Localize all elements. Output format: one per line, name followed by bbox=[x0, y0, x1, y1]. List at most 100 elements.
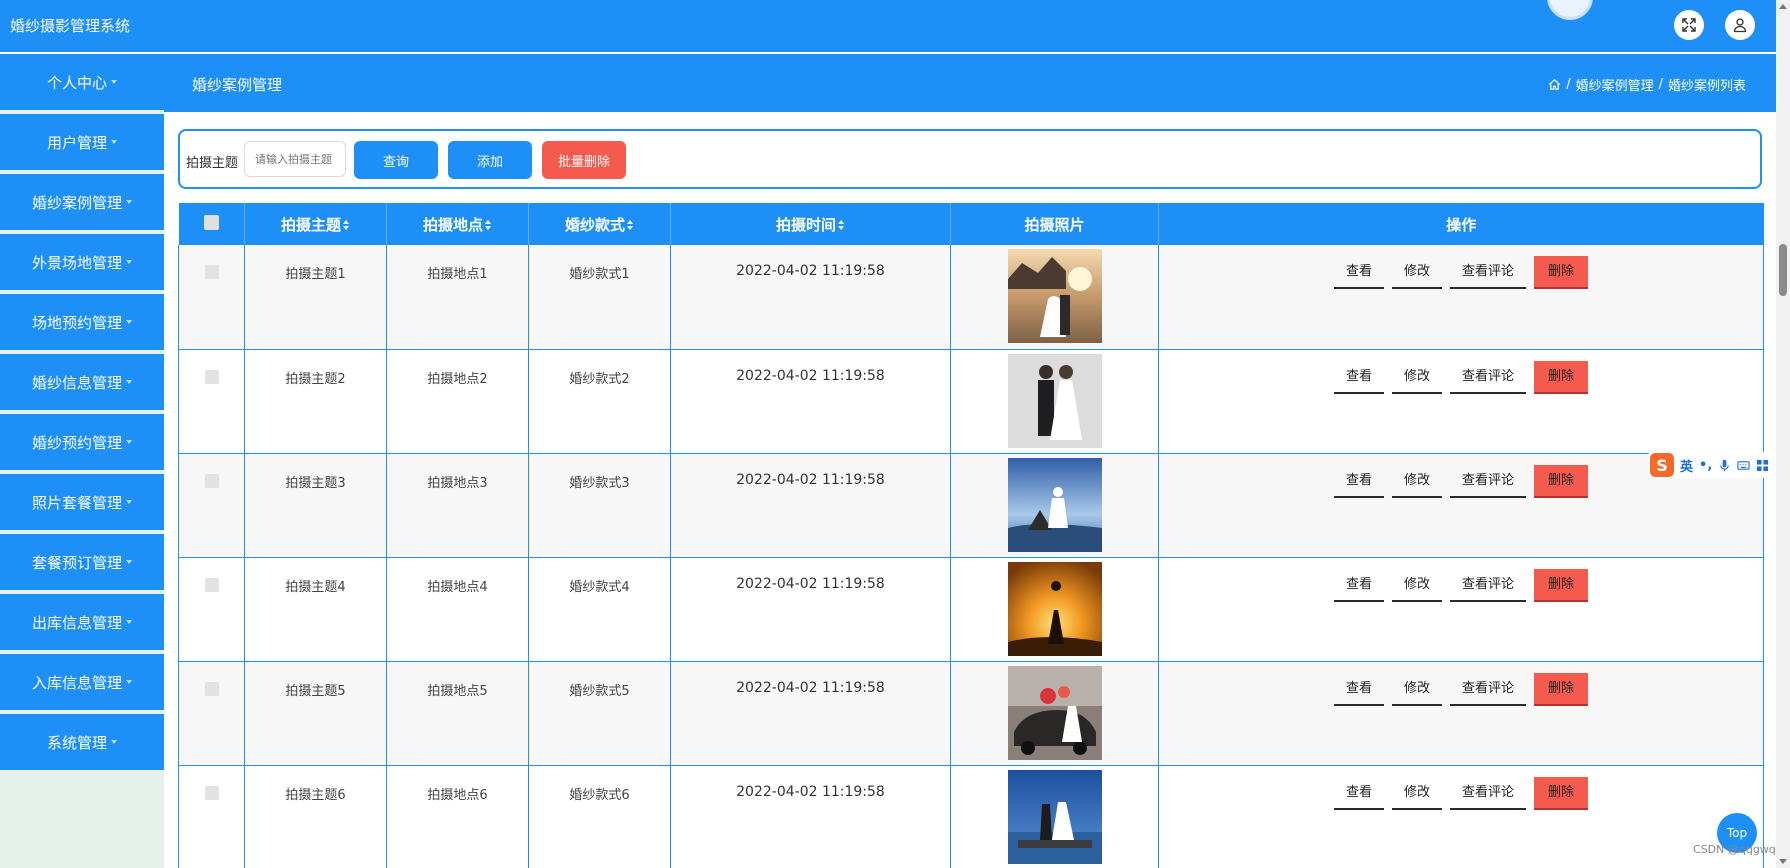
cell-location: 拍摄地点5 bbox=[386, 661, 529, 766]
sidebar-item-users[interactable]: 用户管理 bbox=[0, 114, 164, 170]
cell-photo bbox=[950, 661, 1159, 766]
sort-icon[interactable] bbox=[484, 219, 492, 231]
cell-theme: 拍摄主题4 bbox=[244, 557, 387, 662]
wedding-photo-thumbnail[interactable] bbox=[1007, 665, 1102, 760]
view-button[interactable]: 查看 bbox=[1333, 465, 1384, 498]
wedding-photo-thumbnail[interactable] bbox=[1007, 249, 1102, 343]
sort-icon[interactable] bbox=[342, 219, 350, 231]
sidebar-item-dress-info[interactable]: 婚纱信息管理 bbox=[0, 354, 164, 410]
app-title: 婚纱摄影管理系统 bbox=[10, 17, 131, 35]
edit-button[interactable]: 修改 bbox=[1391, 673, 1442, 706]
view-comments-button[interactable]: 查看评论 bbox=[1450, 361, 1527, 394]
header-photo: 拍摄照片 bbox=[950, 203, 1159, 245]
chevron-down-icon bbox=[126, 620, 132, 624]
scroll-down-icon[interactable] bbox=[1779, 859, 1787, 864]
column-header-label: 婚纱款式 bbox=[564, 215, 625, 234]
sort-icon[interactable] bbox=[837, 219, 845, 231]
wedding-photo-thumbnail[interactable] bbox=[1007, 353, 1102, 448]
header-location[interactable]: 拍摄地点 bbox=[386, 203, 529, 245]
home-icon[interactable] bbox=[1548, 78, 1561, 91]
row-checkbox[interactable] bbox=[204, 473, 219, 488]
edit-button[interactable]: 修改 bbox=[1391, 256, 1442, 289]
sidebar-item-inbound[interactable]: 入库信息管理 bbox=[0, 654, 164, 710]
sidebar-item-wedding-cases[interactable]: 婚纱案例管理 bbox=[0, 174, 164, 230]
view-button[interactable]: 查看 bbox=[1333, 673, 1384, 706]
edit-button[interactable]: 修改 bbox=[1391, 569, 1442, 602]
view-button[interactable]: 查看 bbox=[1333, 361, 1384, 394]
fullscreen-button[interactable] bbox=[1674, 10, 1704, 40]
scroll-up-icon[interactable] bbox=[1779, 4, 1787, 9]
table-header-row: 拍摄主题 拍摄地点 婚纱款式 拍摄时间 拍摄照片 操作 bbox=[178, 203, 1764, 245]
delete-button[interactable]: 删除 bbox=[1534, 776, 1589, 810]
row-checkbox[interactable] bbox=[204, 681, 219, 696]
delete-button[interactable]: 删除 bbox=[1534, 568, 1589, 602]
column-header-label: 拍摄主题 bbox=[280, 215, 341, 234]
sort-icon[interactable] bbox=[626, 219, 634, 231]
delete-button[interactable]: 删除 bbox=[1534, 360, 1589, 394]
search-input[interactable] bbox=[244, 141, 346, 177]
column-header-label: 拍摄地点 bbox=[422, 215, 483, 234]
header-theme[interactable]: 拍摄主题 bbox=[244, 203, 387, 245]
row-checkbox[interactable] bbox=[204, 577, 219, 592]
breadcrumb-item-cases[interactable]: 婚纱案例管理 bbox=[1576, 75, 1654, 94]
chevron-down-icon bbox=[126, 560, 132, 564]
ime-toolbar[interactable]: S 英 •, bbox=[1648, 452, 1790, 478]
add-button[interactable]: 添加 bbox=[448, 141, 532, 179]
header-select-all[interactable] bbox=[178, 203, 245, 245]
view-comments-button[interactable]: 查看评论 bbox=[1450, 777, 1527, 810]
sidebar-item-dress-booking[interactable]: 婚纱预约管理 bbox=[0, 414, 164, 470]
sidebar-item-system[interactable]: 系统管理 bbox=[0, 714, 164, 770]
row-checkbox[interactable] bbox=[204, 785, 219, 800]
cell-style: 婚纱款式2 bbox=[528, 349, 671, 454]
cell-theme: 拍摄主题3 bbox=[244, 453, 387, 558]
select-all-checkbox[interactable] bbox=[203, 214, 219, 230]
view-comments-button[interactable]: 查看评论 bbox=[1450, 673, 1527, 706]
watermark: CSDN @qqgwqd bbox=[1693, 843, 1783, 856]
cell-style: 婚纱款式6 bbox=[528, 765, 671, 868]
view-comments-button[interactable]: 查看评论 bbox=[1450, 569, 1527, 602]
ime-punctuation[interactable]: •, bbox=[1699, 458, 1712, 473]
row-select-cell bbox=[178, 765, 245, 868]
sidebar-item-outbound[interactable]: 出库信息管理 bbox=[0, 594, 164, 650]
page-scrollbar[interactable] bbox=[1776, 0, 1790, 868]
ime-language[interactable]: 英 bbox=[1680, 456, 1693, 475]
query-button[interactable]: 查询 bbox=[354, 141, 438, 179]
keyboard-icon[interactable] bbox=[1737, 459, 1750, 472]
cell-actions: 查看 修改 查看评论 删除 bbox=[1158, 661, 1764, 766]
edit-button[interactable]: 修改 bbox=[1391, 465, 1442, 498]
header-style[interactable]: 婚纱款式 bbox=[528, 203, 671, 245]
wedding-photo-thumbnail[interactable] bbox=[1007, 769, 1102, 864]
breadcrumb-item-list: 婚纱案例列表 bbox=[1667, 79, 1746, 94]
sogou-logo-icon: S bbox=[1650, 453, 1674, 477]
user-button[interactable] bbox=[1725, 10, 1755, 40]
sidebar-item-personal-center[interactable]: 个人中心 bbox=[0, 54, 164, 110]
delete-button[interactable]: 删除 bbox=[1534, 672, 1589, 706]
page-title: 婚纱案例管理 bbox=[192, 76, 283, 94]
grid-icon[interactable] bbox=[1756, 459, 1769, 472]
chevron-down-icon bbox=[126, 380, 132, 384]
wedding-photo-thumbnail[interactable] bbox=[1007, 457, 1102, 552]
microphone-icon[interactable] bbox=[1718, 459, 1731, 472]
scrollbar-thumb[interactable] bbox=[1779, 244, 1787, 296]
wedding-photo-thumbnail[interactable] bbox=[1007, 561, 1102, 656]
edit-button[interactable]: 修改 bbox=[1391, 361, 1442, 394]
view-button[interactable]: 查看 bbox=[1333, 256, 1384, 289]
sidebar-item-venue-booking[interactable]: 场地预约管理 bbox=[0, 294, 164, 350]
view-button[interactable]: 查看 bbox=[1333, 569, 1384, 602]
sidebar-item-package-orders[interactable]: 套餐预订管理 bbox=[0, 534, 164, 590]
cell-actions: 查看 修改 查看评论 删除 bbox=[1158, 765, 1764, 868]
view-comments-button[interactable]: 查看评论 bbox=[1450, 465, 1527, 498]
row-checkbox[interactable] bbox=[204, 369, 219, 384]
cell-time: 2022-04-02 11:19:58 bbox=[670, 557, 951, 662]
cell-style: 婚纱款式3 bbox=[528, 453, 671, 558]
row-checkbox[interactable] bbox=[204, 265, 219, 279]
view-button[interactable]: 查看 bbox=[1333, 777, 1384, 810]
view-comments-button[interactable]: 查看评论 bbox=[1450, 256, 1527, 289]
sidebar-item-photo-packages[interactable]: 照片套餐管理 bbox=[0, 474, 164, 530]
header-time[interactable]: 拍摄时间 bbox=[670, 203, 951, 245]
edit-button[interactable]: 修改 bbox=[1391, 777, 1442, 810]
delete-button[interactable]: 删除 bbox=[1534, 256, 1589, 289]
delete-button[interactable]: 删除 bbox=[1534, 464, 1589, 498]
batch-delete-button[interactable]: 批量删除 bbox=[542, 141, 626, 179]
sidebar-item-outdoor-venues[interactable]: 外景场地管理 bbox=[0, 234, 164, 290]
